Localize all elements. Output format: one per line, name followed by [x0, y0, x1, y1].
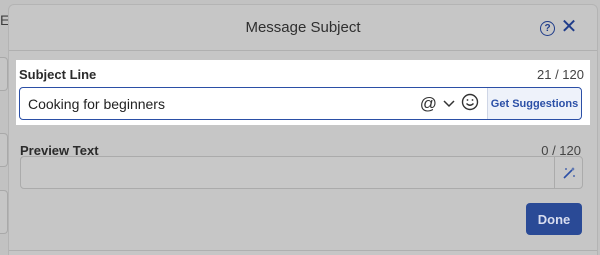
preview-text-field[interactable] — [20, 156, 583, 189]
message-subject-dialog: Message Subject ? ✕ Preview Text 0 / 120… — [8, 4, 598, 255]
background-field — [0, 57, 8, 91]
subject-line-field[interactable]: @ Get Suggestions — [19, 87, 582, 120]
done-button[interactable]: Done — [526, 203, 582, 235]
dialog-footer-divider — [9, 250, 597, 251]
background-field — [0, 133, 8, 167]
subject-line-input[interactable] — [20, 88, 420, 119]
subject-line-label: Subject Line — [19, 67, 97, 82]
preview-text-input[interactable] — [21, 157, 554, 188]
chevron-down-icon[interactable] — [443, 96, 455, 111]
close-icon[interactable]: ✕ — [560, 17, 578, 37]
dialog-header: Message Subject ? ✕ — [9, 5, 597, 51]
help-icon[interactable]: ? — [540, 21, 555, 36]
at-sign-icon[interactable]: @ — [420, 95, 437, 112]
dialog-title: Message Subject — [245, 19, 361, 36]
subject-line-section: Subject Line 21 / 120 @ Get Suggestions — [16, 60, 590, 125]
get-suggestions-button[interactable]: Get Suggestions — [487, 88, 581, 119]
magic-wand-icon[interactable] — [554, 157, 582, 188]
background-field — [0, 190, 8, 234]
subject-line-count: 21 / 120 — [537, 67, 584, 82]
emoji-smile-icon[interactable] — [461, 93, 479, 114]
subject-input-icons: @ — [420, 88, 487, 119]
